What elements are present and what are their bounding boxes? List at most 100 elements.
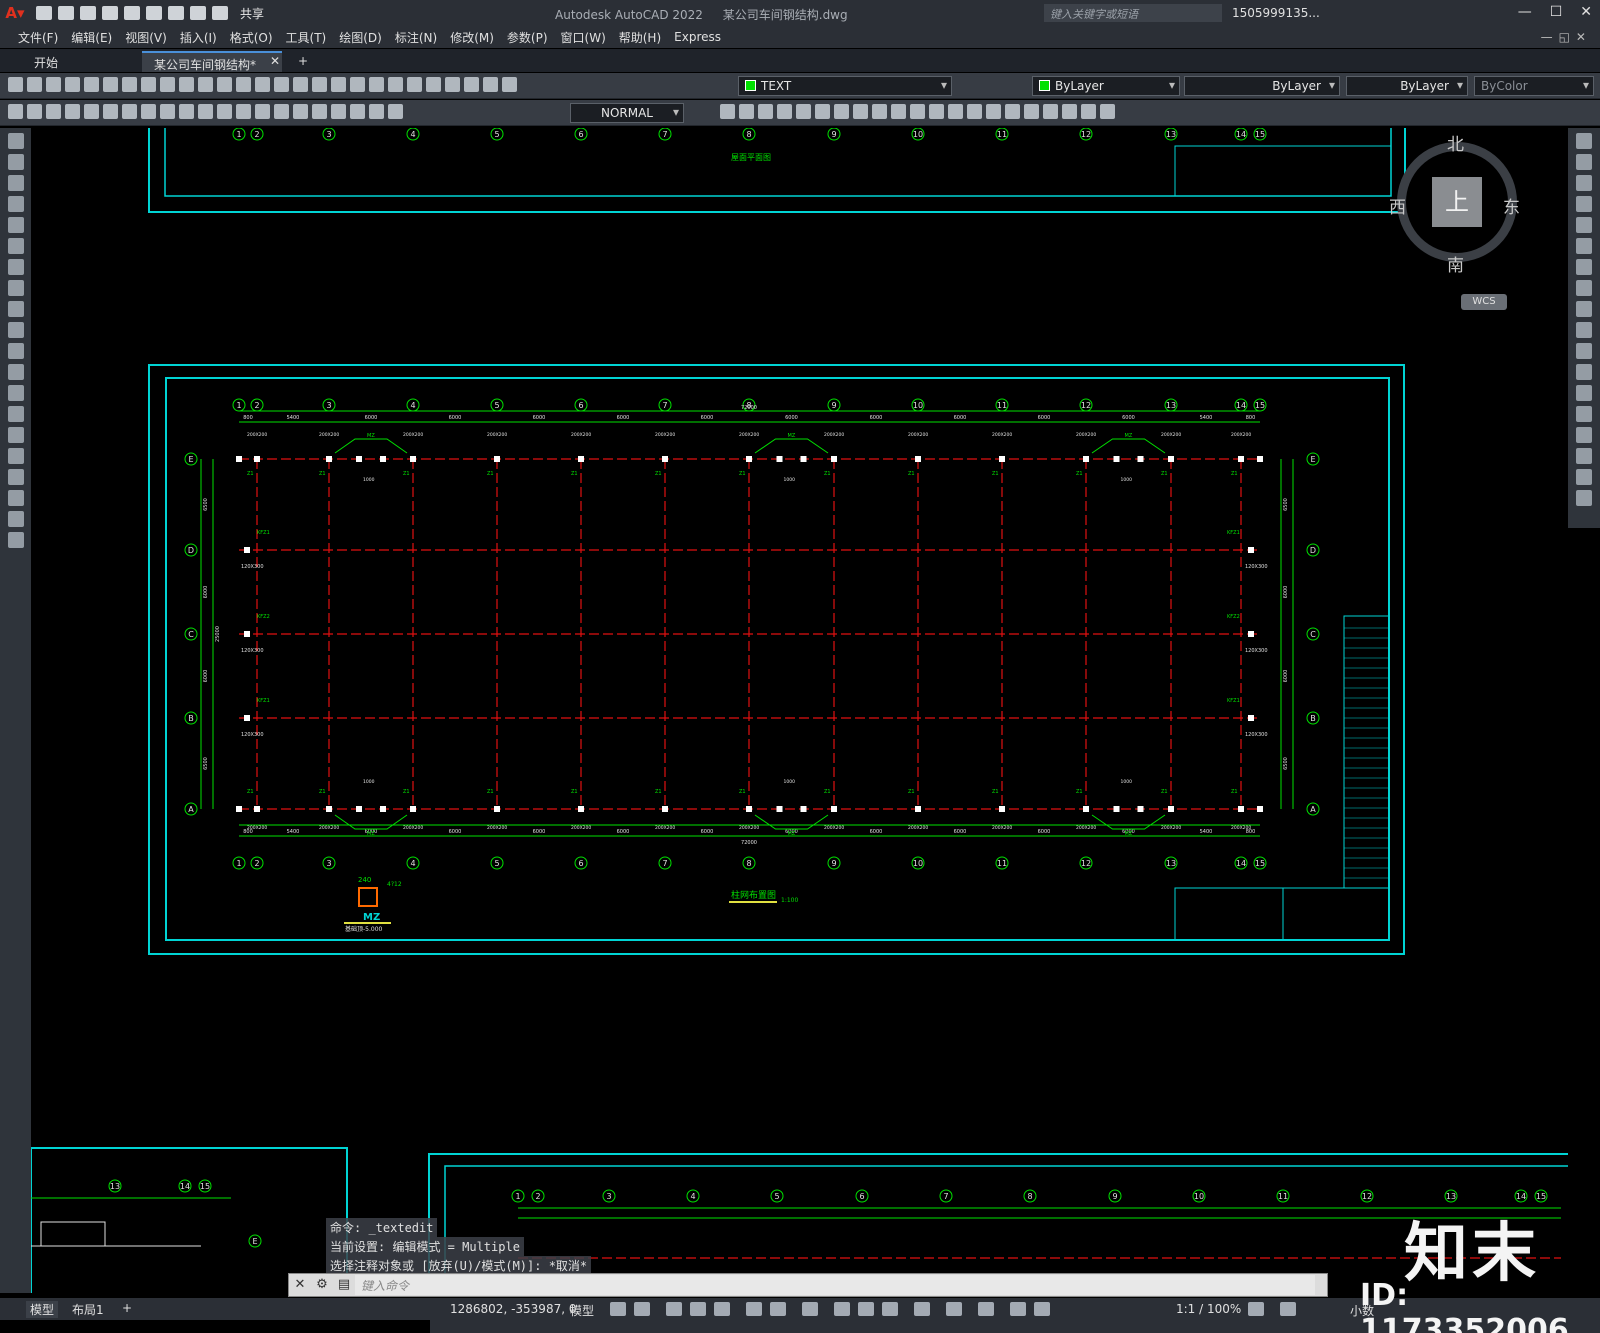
offset-icon[interactable]	[1576, 196, 1592, 212]
linear-dim-icon[interactable]	[8, 104, 23, 119]
menu-help[interactable]: 帮助(H)	[619, 29, 674, 46]
trim-icon[interactable]	[891, 104, 906, 119]
properties-icon[interactable]	[312, 77, 327, 92]
layer-freeze-icon[interactable]	[483, 77, 498, 92]
mirror-icon[interactable]	[758, 104, 773, 119]
tool-palettes-icon[interactable]	[350, 77, 365, 92]
compass-south[interactable]: 南	[1447, 251, 1464, 276]
copy-object-icon[interactable]	[739, 104, 754, 119]
tab-model[interactable]: 模型	[26, 1301, 59, 1318]
command-input[interactable]: 键入命令	[355, 1275, 1315, 1295]
undo-icon[interactable]	[198, 77, 213, 92]
new-file-icon[interactable]	[36, 6, 52, 20]
plot-icon[interactable]	[65, 77, 80, 92]
ellipse-icon[interactable]	[7, 322, 24, 338]
dim-style-icon[interactable]	[388, 104, 403, 119]
menu-dimension[interactable]: 标注(N)	[395, 29, 450, 46]
annotation-visibility-icon[interactable]	[978, 1302, 994, 1316]
layer-dropdown[interactable]: TEXT	[738, 76, 952, 96]
zoom-realtime-icon[interactable]	[255, 77, 270, 92]
move-icon[interactable]	[1576, 238, 1592, 254]
ungroup-icon[interactable]	[1062, 104, 1077, 119]
menu-draw[interactable]: 绘图(D)	[339, 29, 395, 46]
polar-icon[interactable]	[714, 1302, 730, 1316]
compass-east[interactable]: 东	[1503, 193, 1520, 218]
redo-icon[interactable]	[212, 6, 228, 20]
linetype-dropdown[interactable]: ByLayer	[1184, 76, 1340, 96]
stretch-icon[interactable]	[872, 104, 887, 119]
blend-icon[interactable]	[1576, 469, 1592, 485]
cut-icon[interactable]	[122, 77, 137, 92]
close-command-icon[interactable]: ✕	[289, 1274, 311, 1296]
preview-icon[interactable]	[84, 77, 99, 92]
lineweight-icon[interactable]	[834, 1302, 850, 1316]
copy-icon[interactable]	[1576, 154, 1592, 170]
mirror-icon[interactable]	[1576, 175, 1592, 191]
tolerance-icon[interactable]	[255, 104, 270, 119]
layer-on-icon[interactable]	[464, 77, 479, 92]
erase-icon[interactable]	[1576, 133, 1592, 149]
menu-tools[interactable]: 工具(T)	[286, 29, 340, 46]
layer-properties-icon[interactable]	[445, 77, 460, 92]
radius-icon[interactable]	[84, 104, 99, 119]
infer-icon[interactable]	[666, 1302, 682, 1316]
color-dropdown[interactable]: ByLayer	[1032, 76, 1180, 96]
object-snap-icon[interactable]	[802, 1302, 818, 1316]
offset-icon[interactable]	[777, 104, 792, 119]
table-icon[interactable]	[7, 490, 24, 506]
extend-icon[interactable]	[910, 104, 925, 119]
print-icon[interactable]	[168, 6, 184, 20]
circle-icon[interactable]	[7, 259, 24, 275]
markup-icon[interactable]	[388, 77, 403, 92]
menu-parametric[interactable]: 参数(P)	[507, 29, 561, 46]
stretch-icon[interactable]	[1576, 301, 1592, 317]
aligned-dim-icon[interactable]	[27, 104, 42, 119]
grid-icon[interactable]	[610, 1302, 626, 1316]
open-icon[interactable]	[27, 77, 42, 92]
share-button[interactable]: 共享	[240, 5, 264, 22]
annotation-scale[interactable]: 1:1 / 100%	[1176, 1302, 1241, 1316]
customize-icon[interactable]: ⚙	[311, 1274, 333, 1296]
coordinates-readout[interactable]: 1286802, -353987, 0	[450, 1302, 576, 1316]
selection-cycling-icon[interactable]	[882, 1302, 898, 1316]
line-icon[interactable]	[7, 133, 24, 149]
transparency-icon[interactable]	[858, 1302, 874, 1316]
annotation-monitor-icon[interactable]	[1280, 1302, 1296, 1316]
open-file-icon[interactable]	[58, 6, 74, 20]
paste-icon[interactable]	[160, 77, 175, 92]
model-space-button[interactable]: 模型	[570, 1302, 594, 1319]
fillet-icon[interactable]	[1576, 448, 1592, 464]
plotstyle-dropdown[interactable]: ByColor	[1474, 76, 1594, 96]
menu-view[interactable]: 视图(V)	[125, 29, 180, 46]
layer-lock-icon[interactable]	[502, 77, 517, 92]
add-selected-icon[interactable]	[7, 532, 24, 548]
erase-icon[interactable]	[720, 104, 735, 119]
revcloud-icon[interactable]	[7, 280, 24, 296]
rectangle-icon[interactable]	[7, 217, 24, 233]
inspection-icon[interactable]	[293, 104, 308, 119]
recent-commands-icon[interactable]: ▤	[333, 1274, 355, 1296]
app-logo-icon[interactable]: A▾	[0, 0, 30, 26]
fillet-icon[interactable]	[986, 104, 1001, 119]
array-icon[interactable]	[1576, 217, 1592, 233]
polygon-icon[interactable]	[7, 196, 24, 212]
region-icon[interactable]	[7, 469, 24, 485]
maximize-icon[interactable]: ☐	[1550, 4, 1563, 20]
menu-edit[interactable]: 编辑(E)	[71, 29, 125, 46]
dim-break-icon[interactable]	[236, 104, 251, 119]
save-as-icon[interactable]	[102, 6, 118, 20]
menu-insert[interactable]: 插入(I)	[180, 29, 230, 46]
dim-space-icon[interactable]	[217, 104, 232, 119]
gizmo-icon[interactable]	[946, 1302, 962, 1316]
drawing-area[interactable]: 1 2 3 4 5 6 7 8 9 10 11 12 13 14 15 屋面平面图 112233445566…	[31, 128, 1568, 1293]
arc-length-icon[interactable]	[46, 104, 61, 119]
dim-update-icon[interactable]	[369, 104, 384, 119]
snap-icon[interactable]	[634, 1302, 650, 1316]
wcs-menu[interactable]: WCS	[1461, 294, 1507, 310]
zoom-window-icon[interactable]	[274, 77, 289, 92]
new-layout-icon[interactable]: +	[122, 1301, 132, 1315]
account-name[interactable]: 1505999135...	[1232, 6, 1320, 20]
dim-text-edit-icon[interactable]	[350, 104, 365, 119]
scale-icon[interactable]	[853, 104, 868, 119]
mtext-icon[interactable]	[7, 511, 24, 527]
